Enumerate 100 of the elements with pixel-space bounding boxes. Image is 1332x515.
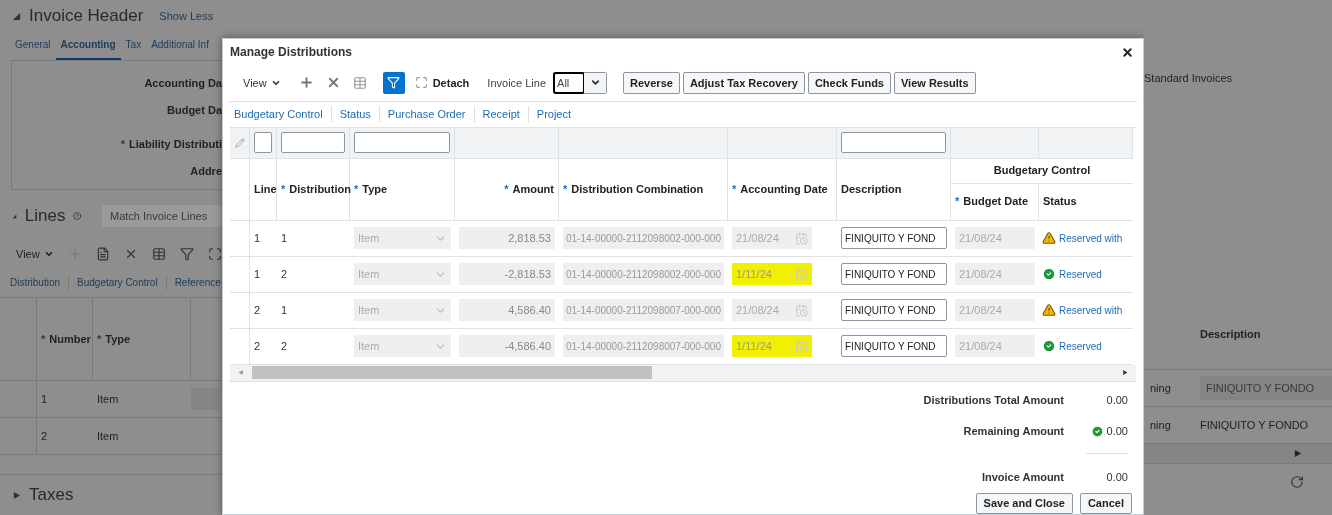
panel-link[interactable]: Receipt (473, 106, 528, 123)
row-selector-cell[interactable] (230, 256, 250, 293)
budget-date-field: 21/08/24 (955, 299, 1035, 322)
table-cell-text: 1 (254, 266, 261, 282)
table-cell-text: Item (97, 391, 119, 407)
lines-tab[interactable]: Budgetary Control (68, 275, 166, 290)
panel-link[interactable]: Project (527, 106, 580, 123)
table-cell-text: 2 (254, 338, 261, 354)
table-icon[interactable] (151, 247, 166, 261)
budget-date-field: 21/08/24 (955, 263, 1035, 286)
field-label: Accounting Da (144, 76, 222, 91)
row-selector-cell[interactable] (230, 328, 250, 365)
close-icon (1121, 45, 1134, 59)
tab[interactable]: Accounting (55, 37, 121, 60)
column-header: * Type (97, 331, 131, 347)
filter-icon[interactable] (179, 247, 194, 261)
table-cell-text: 1 (41, 391, 48, 407)
refresh-icon[interactable] (1290, 475, 1304, 489)
tab[interactable]: General (10, 37, 56, 60)
total-label: Invoice Amount (981, 469, 1064, 485)
column-header: Status (1043, 194, 1077, 210)
toolbar-button[interactable]: Reverse (623, 71, 680, 94)
column-header: * Amount (504, 181, 554, 197)
budget-date-field: 21/08/24 (955, 335, 1035, 358)
scroll-left-icon[interactable] (238, 368, 244, 377)
reservation-result-link[interactable]: Reserved with (1059, 230, 1123, 246)
distribution-combination-field: 01-14-00000-2112098007-000-000 (563, 299, 724, 322)
field-label: Addre (190, 163, 222, 179)
toolbar-button[interactable]: Adjust Tax Recovery (682, 71, 805, 94)
caret-icon (43, 249, 54, 259)
column-header: * Accounting Date (732, 181, 828, 197)
table-cell-text: 2 (41, 428, 48, 444)
edit-icon (234, 137, 245, 148)
column-header: * Type (354, 181, 388, 197)
scrollbar-thumb[interactable] (252, 366, 652, 379)
table-cell-text: Item (97, 428, 119, 444)
description-field[interactable]: FINIQUITO Y FOND (841, 299, 947, 322)
field-label: * Liability Distributi (120, 137, 222, 152)
match-invoice-lines-field[interactable]: Match Invoice Lines (102, 205, 222, 227)
show-less-link[interactable]: Show Less (159, 7, 214, 25)
total-value: 0.00 (1106, 424, 1128, 439)
section-title: Invoice Header (29, 5, 144, 28)
reservation-result-link[interactable]: Reserved (1059, 266, 1102, 282)
description-field[interactable]: FINIQUITO Y FOND (841, 263, 947, 286)
column-header: * Distribution (281, 181, 351, 197)
query-filter-toggle[interactable] (382, 71, 405, 94)
add-icon[interactable] (298, 75, 314, 91)
row-selector-cell[interactable] (230, 292, 250, 329)
total-label: Remaining Amount (963, 424, 1064, 439)
view-menu[interactable]: View (237, 74, 287, 91)
tab[interactable]: Additional Inf (146, 37, 214, 60)
panel-link[interactable]: Budgetary Control (234, 106, 331, 123)
collapse-icon[interactable] (12, 11, 21, 21)
column-group-header: Budgetary Control (993, 163, 1091, 179)
tab[interactable]: Tax (120, 37, 147, 60)
column-header: * Number (41, 331, 91, 347)
amount-field: 2,818.53 (459, 227, 555, 250)
footer-button[interactable]: Cancel (1079, 493, 1132, 514)
description-field[interactable]: FINIQUITO Y FONDO (1200, 376, 1332, 400)
footer-button[interactable]: Save and Close (975, 493, 1073, 514)
toolbar-button[interactable]: View Results (894, 71, 976, 94)
filter-field[interactable] (254, 132, 272, 154)
document-icon[interactable] (95, 247, 110, 261)
table-cell-text: FINIQUITO Y FONDO (1200, 417, 1309, 433)
column-header: Description (841, 181, 902, 197)
table-cell-text: ning (1150, 380, 1172, 396)
detach-button[interactable]: Detach (414, 74, 470, 91)
table-cell-text: 2 (254, 302, 261, 318)
table-icon[interactable] (352, 75, 367, 90)
row-selector-cell[interactable] (230, 220, 250, 257)
column-header: * Distribution Combination (563, 181, 704, 197)
table-cell-text: ning (1150, 417, 1172, 433)
invoice-type-text: Standard Invoices (1144, 71, 1233, 86)
reservation-result-link[interactable]: Reserved (1059, 338, 1102, 354)
budget-date-field: 21/08/24 (955, 227, 1035, 250)
description-field[interactable]: FINIQUITO Y FOND (841, 335, 947, 358)
reservation-result-link[interactable]: Reserved with (1059, 302, 1123, 318)
scroll-right-icon[interactable] (1122, 368, 1128, 377)
filter-icon (387, 76, 401, 90)
detach-icon (414, 76, 428, 90)
lines-tab[interactable]: Distribution (10, 275, 69, 290)
total-value: 0.00 (1106, 469, 1128, 485)
column-header: Description (1200, 327, 1261, 343)
distribution-combination-field: 01-14-00000-2112098007-000-000 (563, 335, 724, 358)
invoice-line-label: Invoice Line (487, 75, 547, 91)
description-field[interactable]: FINIQUITO Y FOND (841, 227, 947, 250)
amount-field: -4,586.40 (459, 335, 555, 358)
view-menu[interactable]: View (16, 245, 54, 263)
expand-icon[interactable] (12, 490, 21, 500)
table-cell-text: 2 (281, 338, 288, 354)
amount-field: -2,818.53 (459, 263, 555, 286)
total-label: Distributions Total Amount (923, 392, 1064, 408)
panel-link[interactable]: Purchase Order (378, 106, 474, 123)
table-cell-text: 1 (281, 302, 288, 318)
invoice-line-select[interactable]: All (553, 71, 608, 94)
panel-link[interactable]: Status (330, 106, 379, 123)
section-title: Taxes (29, 484, 74, 507)
toolbar-button[interactable]: Check Funds (807, 71, 891, 94)
detach-icon[interactable] (207, 247, 222, 261)
field-label: Budget Da (167, 102, 222, 118)
